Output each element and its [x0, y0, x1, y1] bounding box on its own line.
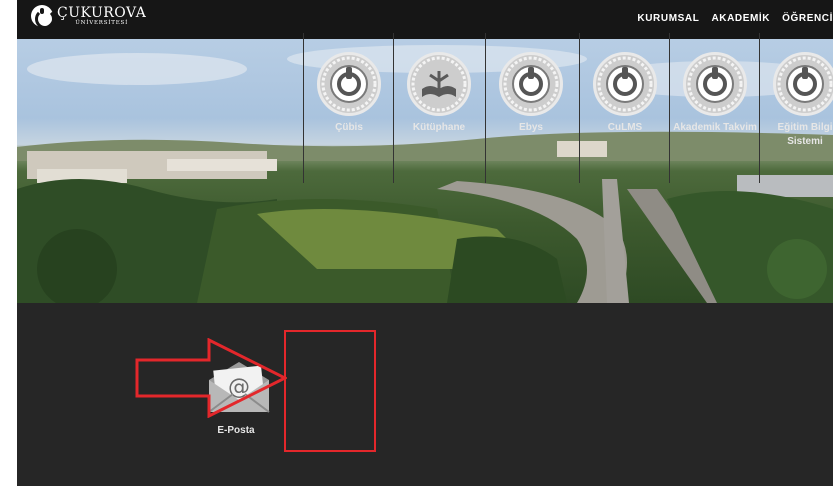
logo-subtitle: ÜNİVERSİTESİ — [75, 19, 129, 26]
university-seal-icon — [773, 52, 833, 116]
nav-item-akademik[interactable]: AKADEMİK — [711, 13, 770, 24]
app-label-e-posta: E-Posta — [217, 425, 255, 436]
app-ebys[interactable]: Ebys — [485, 33, 575, 183]
logo-emblem-icon — [31, 5, 55, 29]
nav-item-ogrenci[interactable]: ÖĞRENCİ — [782, 13, 833, 24]
nav-item-kurumsal[interactable]: KURUMSAL — [637, 13, 699, 24]
app-akademik-takvim[interactable]: Akademik Takvim — [669, 33, 759, 183]
app-kutuphane[interactable]: Kütüphane — [393, 33, 483, 183]
university-seal-icon — [499, 52, 563, 116]
app-culms[interactable]: CuLMS — [579, 33, 669, 183]
app-cubis[interactable]: Çübis — [303, 33, 393, 183]
main-menu: KURUMSAL AKADEMİK ÖĞRENCİ — [637, 13, 833, 24]
university-seal-icon — [593, 52, 657, 116]
app-label-culms: CuLMS — [607, 122, 643, 133]
app-label-ebys: Ebys — [519, 122, 543, 133]
university-logo[interactable]: ÇUKUROVA ÜNİVERSİTESİ — [31, 5, 146, 29]
app-label-akademik-takvim: Akademik Takvim — [673, 122, 757, 133]
highlight-box — [284, 330, 376, 452]
university-seal-icon — [317, 52, 381, 116]
logo-text: ÇUKUROVA ÜNİVERSİTESİ — [57, 6, 146, 27]
app-label-egitim-bilgi-sistemi: Eğitim Bilgi Sistemi — [777, 122, 833, 147]
annotation-arrow-icon — [135, 338, 287, 418]
app-label-cubis: Çübis — [335, 122, 363, 133]
university-seal-icon — [683, 52, 747, 116]
logo-name: ÇUKUROVA — [57, 4, 147, 21]
app-egitim-bilgi-sistemi[interactable]: Eğitim Bilgi Sistemi — [759, 33, 833, 183]
app-label-kutuphane: Kütüphane — [412, 122, 466, 133]
library-book-icon — [407, 52, 471, 116]
